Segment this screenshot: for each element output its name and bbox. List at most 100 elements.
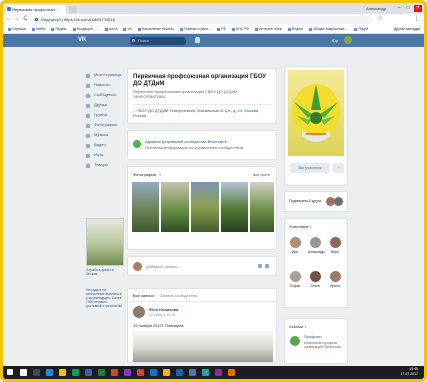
more-actions-button[interactable]: ··· <box>333 163 344 173</box>
header-user-name[interactable]: Юр <box>332 36 338 45</box>
sidebar-item-goods[interactable]: Товары <box>86 160 126 170</box>
media-icon[interactable] <box>137 369 144 376</box>
photos-label[interactable]: Фотографии <box>133 172 156 177</box>
link-logo-icon[interactable] <box>290 336 300 346</box>
photo-thumbnail[interactable] <box>221 182 248 232</box>
group-logo-image[interactable] <box>288 70 344 156</box>
sidebar-item-games[interactable]: Игры <box>86 150 126 160</box>
mail-icon[interactable] <box>163 369 170 376</box>
links-label[interactable]: Ссылки 1 <box>289 324 306 330</box>
vk-search-input[interactable]: Поиск <box>130 36 186 45</box>
bookmark-item[interactable]: РФ <box>217 25 226 33</box>
post-date[interactable]: 12 июля в 10:16 <box>149 313 175 318</box>
bookmark-item[interactable]: Сервисы <box>8 25 26 33</box>
admin-notice-card[interactable]: Администрирование сообщества ВКонтакте П… <box>127 130 277 160</box>
forward-button[interactable]: → <box>13 16 20 23</box>
sidebar-item-messages[interactable]: Сообщения <box>86 90 126 100</box>
excel-icon[interactable] <box>98 369 105 376</box>
games-icon <box>86 153 90 158</box>
post-image[interactable] <box>133 331 273 362</box>
wall-card: Все записи Записи сообщества Юля Новиков… <box>127 288 277 363</box>
member-item[interactable]: Софья <box>288 271 302 288</box>
browser-menu-icon[interactable]: ⋮ <box>413 16 420 23</box>
windows-start-icon[interactable] <box>7 369 13 375</box>
friends-card[interactable]: Подписаны 2 друга <box>284 191 348 212</box>
search-icon[interactable] <box>20 369 27 376</box>
member-item[interactable]: Ира <box>288 237 302 254</box>
bookmark-item[interactable]: ФНС РФ <box>232 25 249 33</box>
bookmark-item[interactable]: почта <box>105 25 118 33</box>
sidebar-item-my-page[interactable]: Моя Страница <box>86 70 126 80</box>
bookmark-item[interactable]: Общая завершение ... <box>309 25 348 33</box>
bookmarks-bar: Сервисы Netflix Яндекс Входящие - ... по… <box>3 25 424 34</box>
bookmark-item[interactable]: Интернет-банк <box>255 25 282 33</box>
browser-tab[interactable]: Первичная профсоюзн... <box>6 5 66 14</box>
url-input[interactable]: Надежный | https://vk.com/club44774618 <box>33 15 373 24</box>
close-button[interactable]: ✕ <box>414 5 422 12</box>
photo-thumbnail[interactable] <box>250 182 274 232</box>
member-item[interactable]: Александр <box>308 237 325 254</box>
folder-icon[interactable] <box>59 369 66 376</box>
bookmark-item[interactable]: VK <box>123 25 132 33</box>
sidebar-item-video[interactable]: Видео <box>86 140 126 150</box>
powerpoint-icon[interactable] <box>111 369 118 376</box>
members-label[interactable]: Участники 5 <box>289 224 311 230</box>
vk-logo[interactable]: VK <box>78 36 88 45</box>
post-input[interactable]: Добавить запись... <box>146 261 251 272</box>
profile-chip[interactable]: Александр <box>366 5 386 12</box>
sidebar-item-music[interactable]: Музыка <box>86 130 126 140</box>
member-status-button[interactable]: Вы участник <box>290 163 330 173</box>
bookmark-star-icon[interactable]: ☆ <box>377 16 384 23</box>
avatar[interactable] <box>334 197 343 206</box>
photo-thumbnail[interactable] <box>161 182 189 232</box>
other-bookmarks[interactable]: Другие закладки <box>394 25 420 33</box>
bookmark-item[interactable]: Накопление Кешбэк <box>138 25 174 33</box>
notifications-bell-icon[interactable] <box>195 37 200 43</box>
photo-thumbnail[interactable] <box>191 182 219 232</box>
header-avatar[interactable] <box>344 36 352 44</box>
tab-community-posts[interactable]: Записи сообщества <box>160 293 197 299</box>
bookmark-item[interactable]: Netflix <box>32 25 45 33</box>
chrome-icon[interactable] <box>72 369 79 376</box>
ad-image[interactable] <box>86 218 124 266</box>
vk-icon[interactable] <box>189 369 196 376</box>
store-icon[interactable] <box>150 369 157 376</box>
back-button[interactable]: ← <box>5 16 12 23</box>
member-item[interactable]: Ирина <box>328 271 342 288</box>
new-tab-button[interactable] <box>69 6 77 13</box>
bookmark-item[interactable]: Яндекс <box>288 25 303 33</box>
link-title[interactable]: Профсоюз <box>304 335 322 340</box>
word-icon[interactable] <box>85 369 92 376</box>
sidebar-item-photos[interactable]: Фотографии <box>86 120 126 130</box>
taskbar-clock[interactable]: 15:45 17.07.2017 <box>400 367 418 377</box>
app-icon[interactable] <box>228 369 235 376</box>
app-icon[interactable] <box>215 369 222 376</box>
bookmark-item[interactable]: Входящие - ... <box>73 25 99 33</box>
bookmark-item[interactable]: Главная страни... <box>180 25 211 33</box>
edge-icon[interactable] <box>46 369 53 376</box>
photo-thumbnail[interactable] <box>132 182 159 232</box>
member-item[interactable]: Ольга <box>308 271 322 288</box>
all-photos-link[interactable]: все фото <box>253 171 270 179</box>
maximize-button[interactable]: □ <box>404 5 412 12</box>
post-author[interactable]: Юля Новикова <box>149 307 178 312</box>
bookmark-item[interactable]: Лицей <box>354 25 368 33</box>
sidebar-item-friends[interactable]: Друзья <box>86 100 126 110</box>
sidebar-item-news[interactable]: Новости <box>86 80 126 90</box>
member-item[interactable]: Вера <box>328 237 342 254</box>
sidebar-item-groups[interactable]: Группы <box>86 110 126 120</box>
task-view-icon[interactable] <box>33 369 40 376</box>
tab-all-posts[interactable]: Все записи <box>133 293 154 299</box>
minimize-button[interactable]: – <box>395 5 403 12</box>
ad-text[interactable]: Не ходите на пенсионные выплаты в с восе… <box>86 288 124 308</box>
app-icon[interactable] <box>202 369 209 376</box>
avatar[interactable] <box>133 306 145 318</box>
skype-icon[interactable] <box>176 369 183 376</box>
attach-icon[interactable] <box>265 264 269 268</box>
bookmark-item[interactable]: Яндекс <box>51 25 66 33</box>
reload-button[interactable]: C <box>22 16 29 23</box>
camera-icon[interactable] <box>258 264 262 268</box>
onenote-icon[interactable] <box>124 369 131 376</box>
photos-header: Фотографии 5 все фото <box>128 171 276 179</box>
ad-text[interactable]: Служба в армии в Энском <box>86 268 124 276</box>
